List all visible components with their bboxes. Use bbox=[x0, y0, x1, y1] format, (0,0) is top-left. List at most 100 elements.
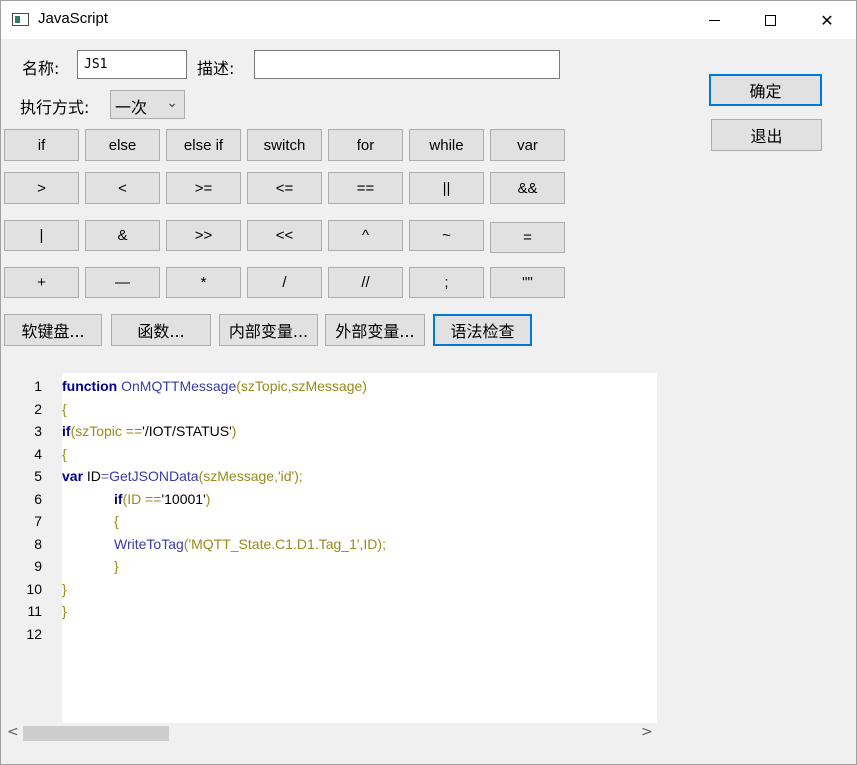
exec-mode-select[interactable]: 一次 ⌄ bbox=[110, 90, 185, 119]
name-input[interactable]: JS1 bbox=[77, 50, 187, 79]
app-icon bbox=[12, 13, 29, 26]
key-gte[interactable]: >= bbox=[166, 172, 241, 204]
key-bitand[interactable]: & bbox=[85, 220, 160, 251]
code-args: (szTopic,szMessage) bbox=[236, 378, 367, 394]
code-args: ('MQTT_State.C1.D1.Tag_1',ID); bbox=[183, 536, 386, 552]
key-shl[interactable]: << bbox=[247, 220, 322, 251]
line-number: 2 bbox=[34, 401, 42, 417]
key-or[interactable]: || bbox=[409, 172, 484, 204]
code-function: WriteToTag bbox=[114, 536, 184, 552]
code-expr: (ID == bbox=[122, 491, 162, 507]
minimize-button[interactable] bbox=[685, 1, 743, 39]
key-divide[interactable]: / bbox=[247, 267, 322, 298]
key-lt[interactable]: < bbox=[85, 172, 160, 204]
code-line: function OnMQTTMessage(szTopic,szMessage… bbox=[62, 378, 367, 394]
line-number: 12 bbox=[26, 626, 42, 642]
code-line: { bbox=[62, 401, 67, 417]
window-title: JavaScript bbox=[38, 10, 109, 27]
key-and[interactable]: && bbox=[490, 172, 565, 204]
key-gt[interactable]: > bbox=[4, 172, 79, 204]
exec-mode-value: 一次 bbox=[115, 98, 148, 117]
line-number: 7 bbox=[34, 513, 42, 529]
maximize-button[interactable] bbox=[741, 1, 799, 39]
code-identifier: ID bbox=[83, 468, 101, 484]
chevron-down-icon: ⌄ bbox=[166, 95, 178, 111]
scroll-right-icon[interactable]: > bbox=[641, 724, 653, 740]
close-icon: ✕ bbox=[820, 10, 834, 30]
key-bitor[interactable]: | bbox=[4, 220, 79, 251]
key-switch[interactable]: switch bbox=[247, 129, 322, 161]
internal-variables-button[interactable]: 内部变量... bbox=[219, 314, 318, 346]
soft-keyboard-button[interactable]: 软键盘... bbox=[4, 314, 102, 346]
key-xor[interactable]: ^ bbox=[328, 220, 403, 251]
code-line: var ID=GetJSONData(szMessage,'id'); bbox=[62, 468, 303, 484]
key-eq[interactable]: == bbox=[328, 172, 403, 204]
key-multiply[interactable]: * bbox=[166, 267, 241, 298]
scrollbar-thumb[interactable] bbox=[23, 726, 169, 741]
code-line: } bbox=[62, 581, 67, 597]
key-plus[interactable]: + bbox=[4, 267, 79, 298]
name-label: 名称: bbox=[22, 59, 60, 78]
key-comment[interactable]: // bbox=[328, 267, 403, 298]
code-string: '10001' bbox=[161, 491, 206, 507]
code-function: OnMQTTMessage bbox=[121, 378, 237, 394]
code-string: '/IOT/STATUS' bbox=[142, 423, 232, 439]
key-not[interactable]: ~ bbox=[409, 220, 484, 251]
key-for[interactable]: for bbox=[328, 129, 403, 161]
ok-button[interactable]: 确定 bbox=[709, 74, 822, 106]
code-keyword: function bbox=[62, 378, 118, 394]
code-line: if(szTopic =='/IOT/STATUS') bbox=[62, 423, 236, 439]
scroll-left-icon[interactable]: < bbox=[7, 724, 19, 740]
code-keyword: var bbox=[62, 468, 84, 484]
code-expr: (szTopic == bbox=[70, 423, 143, 439]
code-line: } bbox=[62, 603, 67, 619]
description-label: 描述: bbox=[197, 59, 235, 78]
code-line: WriteToTag('MQTT_State.C1.D1.Tag_1',ID); bbox=[114, 536, 386, 552]
code-paren: ) bbox=[231, 423, 237, 439]
code-paren: ) bbox=[205, 491, 211, 507]
line-number: 9 bbox=[34, 558, 42, 574]
exec-mode-label: 执行方式: bbox=[20, 98, 90, 117]
javascript-dialog: JavaScript ✕ 名称: JS1 描述: 执行方式: 一次 ⌄ 确定 退… bbox=[0, 0, 857, 765]
key-assign[interactable]: = bbox=[490, 222, 565, 253]
key-if[interactable]: if bbox=[4, 129, 79, 161]
code-function: GetJSONData bbox=[109, 468, 199, 484]
line-number: 1 bbox=[34, 378, 42, 394]
key-lte[interactable]: <= bbox=[247, 172, 322, 204]
syntax-check-button[interactable]: 语法检查 bbox=[433, 314, 532, 346]
line-number: 4 bbox=[34, 446, 42, 462]
exit-button[interactable]: 退出 bbox=[711, 119, 822, 151]
line-number: 10 bbox=[26, 581, 42, 597]
code-text-area[interactable]: function OnMQTTMessage(szTopic,szMessage… bbox=[62, 373, 657, 723]
code-line: { bbox=[62, 446, 67, 462]
code-operator: = bbox=[100, 468, 110, 484]
key-quotes[interactable]: "" bbox=[490, 267, 565, 298]
code-line: } bbox=[114, 558, 119, 574]
line-number-gutter: 1 2 3 4 5 6 7 8 9 10 11 12 bbox=[2, 373, 62, 723]
key-while[interactable]: while bbox=[409, 129, 484, 161]
key-shr[interactable]: >> bbox=[166, 220, 241, 251]
title-bar: JavaScript ✕ bbox=[1, 1, 856, 39]
code-line: if(ID =='10001') bbox=[114, 491, 210, 507]
line-number: 11 bbox=[27, 603, 42, 619]
code-keyword: if bbox=[62, 423, 71, 439]
key-else-if[interactable]: else if bbox=[166, 129, 241, 161]
key-minus[interactable]: — bbox=[85, 267, 160, 298]
minimize-icon bbox=[708, 19, 720, 21]
description-input[interactable] bbox=[254, 50, 560, 79]
line-number: 5 bbox=[34, 468, 42, 484]
key-semicolon[interactable]: ; bbox=[409, 267, 484, 298]
code-args: (szMessage,'id'); bbox=[198, 468, 303, 484]
code-keyword: if bbox=[114, 491, 123, 507]
code-line: { bbox=[114, 513, 119, 529]
code-editor[interactable]: 1 2 3 4 5 6 7 8 9 10 11 12 function OnMQ… bbox=[2, 373, 657, 723]
close-button[interactable]: ✕ bbox=[798, 1, 856, 39]
key-var[interactable]: var bbox=[490, 129, 565, 161]
maximize-icon bbox=[764, 14, 776, 26]
line-number: 6 bbox=[34, 491, 42, 507]
line-number: 3 bbox=[34, 423, 42, 439]
key-else[interactable]: else bbox=[85, 129, 160, 161]
horizontal-scrollbar[interactable]: < > bbox=[1, 723, 657, 743]
external-variables-button[interactable]: 外部变量... bbox=[325, 314, 425, 346]
functions-button[interactable]: 函数... bbox=[111, 314, 211, 346]
